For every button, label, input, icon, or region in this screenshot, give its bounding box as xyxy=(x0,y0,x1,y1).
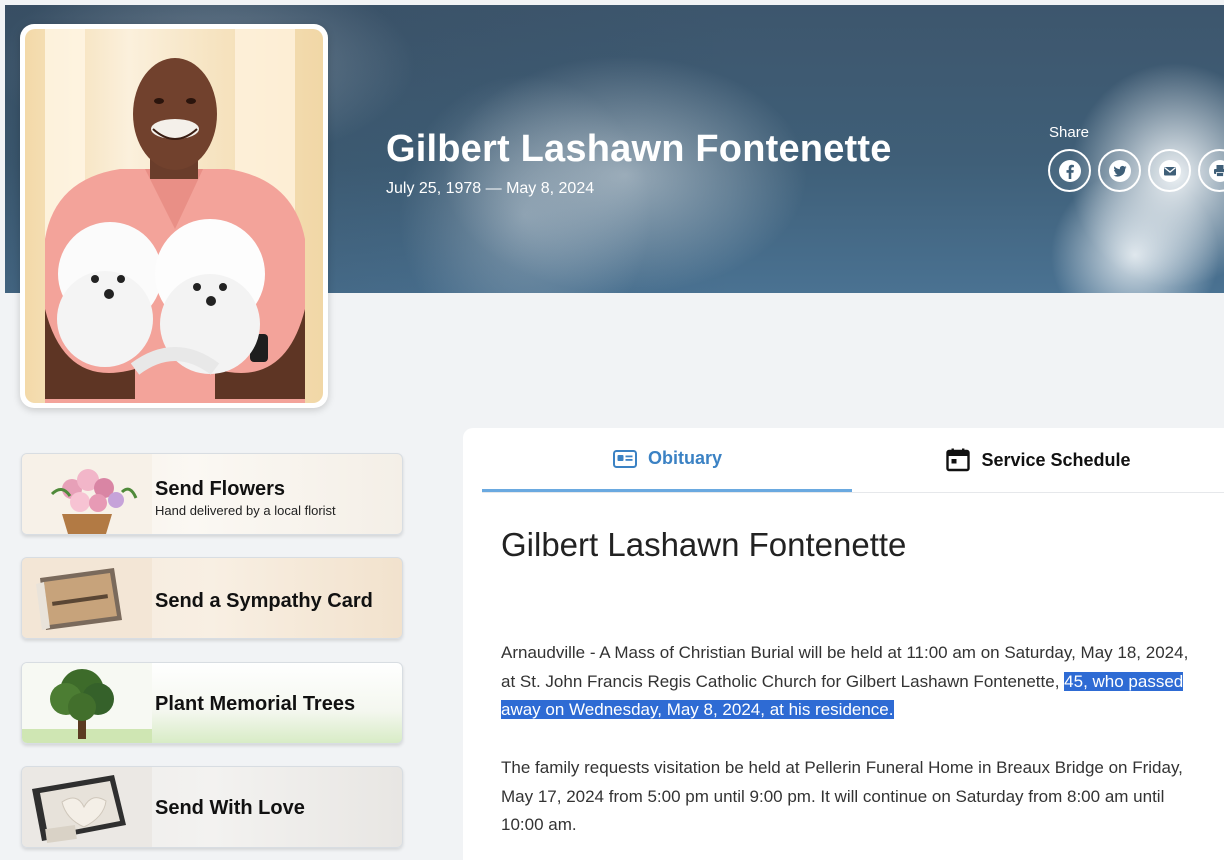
deceased-name: Gilbert Lashawn Fontenette xyxy=(386,128,892,170)
send-flowers-subtitle: Hand delivered by a local florist xyxy=(155,503,336,518)
twitter-share-button[interactable] xyxy=(1098,149,1141,192)
share-label: Share xyxy=(1049,124,1090,141)
sympathy-card-card[interactable]: Send a Sympathy Card xyxy=(21,557,403,639)
send-with-love-title: Send With Love xyxy=(155,797,305,819)
sympathy-card-image xyxy=(22,558,152,638)
flower-bouquet-image xyxy=(22,454,152,534)
tab-service-schedule-label: Service Schedule xyxy=(981,449,1131,470)
send-flowers-title: Send Flowers xyxy=(155,478,286,500)
life-dates: July 25, 1978 — May 8, 2024 xyxy=(386,180,595,197)
facebook-icon xyxy=(1058,159,1081,182)
sympathy-card-title: Send a Sympathy Card xyxy=(155,590,373,612)
obituary-panel: Obituary Service Schedule Gilbert Lashaw… xyxy=(463,428,1224,860)
tab-obituary[interactable]: Obituary xyxy=(482,428,852,492)
email-share-button[interactable] xyxy=(1148,149,1191,192)
portrait-photo xyxy=(25,29,323,403)
send-flowers-card[interactable]: Send Flowers Hand delivered by a local f… xyxy=(21,453,403,535)
obituary-title: Gilbert Lashawn Fontenette xyxy=(501,526,907,563)
tab-obituary-label: Obituary xyxy=(647,448,722,468)
print-icon xyxy=(1208,159,1224,182)
tab-service-schedule[interactable]: Service Schedule xyxy=(852,428,1224,492)
calendar-icon xyxy=(946,448,971,472)
memorial-trees-card[interactable]: Plant Memorial Trees xyxy=(21,662,403,744)
facebook-share-button[interactable] xyxy=(1048,149,1091,192)
email-icon xyxy=(1158,159,1181,182)
print-share-button[interactable] xyxy=(1198,149,1224,192)
gift-box-image xyxy=(22,767,152,847)
share-buttons xyxy=(1048,149,1224,192)
portrait-frame xyxy=(20,24,328,408)
twitter-icon xyxy=(1108,159,1131,182)
tree-image xyxy=(22,663,152,743)
id-card-icon xyxy=(612,449,637,468)
obituary-paragraph-2: The family requests visitation be held a… xyxy=(501,758,1183,834)
send-with-love-card[interactable]: Send With Love xyxy=(21,766,403,848)
tab-bar: Obituary Service Schedule xyxy=(482,428,1224,493)
obituary-paragraph-1: Arnaudville - A Mass of Christian Burial… xyxy=(501,639,1206,725)
memorial-trees-title: Plant Memorial Trees xyxy=(155,693,356,715)
